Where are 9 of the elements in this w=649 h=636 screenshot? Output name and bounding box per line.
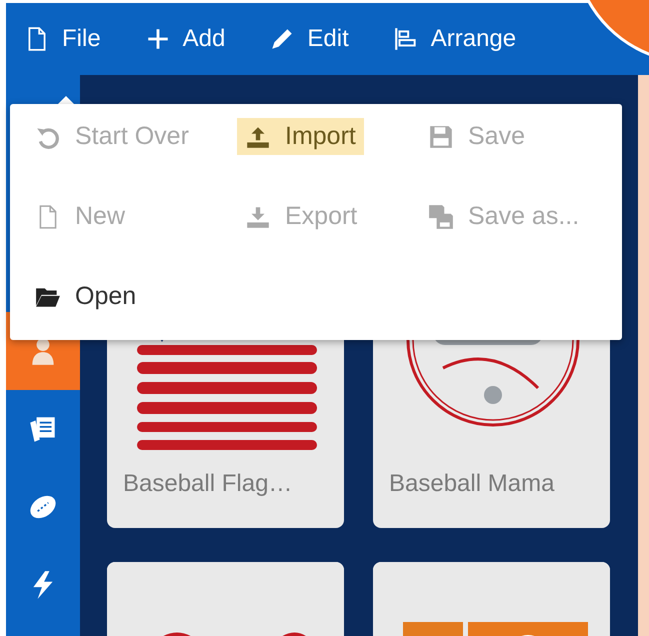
toolbar-button[interactable]: Add — [144, 25, 226, 53]
save-icon — [428, 124, 454, 150]
template-title: Baseball Mama — [388, 469, 556, 498]
menu-item[interactable]: Import — [237, 118, 364, 155]
toolbar-button[interactable]: Edit — [269, 25, 349, 53]
toolbar-button[interactable]: Arrange — [392, 25, 516, 53]
template-title: Baseball Flag… — [122, 469, 294, 498]
toolbar-button[interactable]: File — [24, 25, 101, 53]
save-as-icon — [428, 204, 454, 230]
